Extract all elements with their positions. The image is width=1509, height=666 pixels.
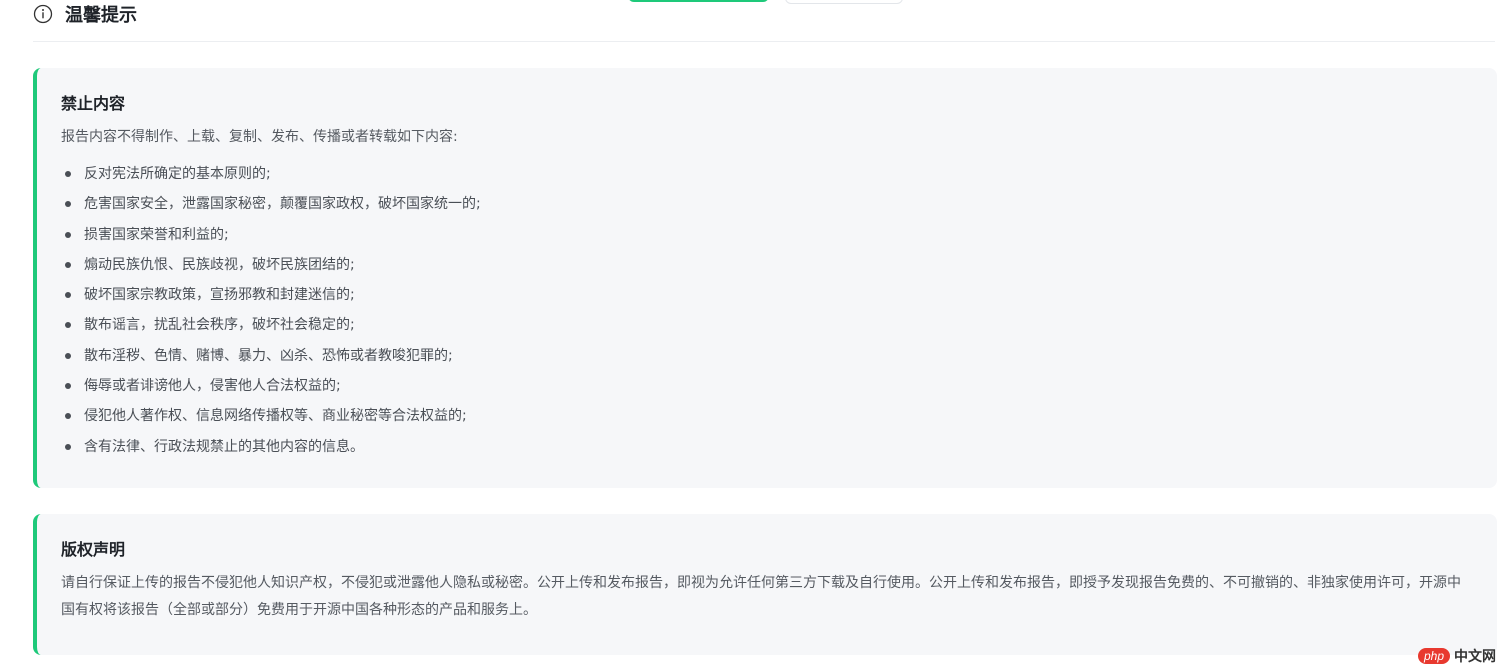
list-item: 损害国家荣誉和利益的;	[61, 224, 481, 254]
copyright-body: 请自行保证上传的报告不侵犯他人知识产权，不侵犯或泄露他人隐私或秘密。公开上传和发…	[61, 575, 1461, 618]
list-item: 破坏国家宗教政策，宣扬邪教和封建迷信的;	[61, 284, 481, 314]
page: 温馨提示 禁止内容 报告内容不得制作、上载、复制、发布、传播或者转载如下内容: …	[0, 0, 1509, 666]
prohibited-content-card: 禁止内容 报告内容不得制作、上载、复制、发布、传播或者转载如下内容: 反对宪法所…	[33, 68, 1497, 488]
list-item: 散布淫秽、色情、赌博、暴力、凶杀、恐怖或者教唆犯罪的;	[61, 345, 481, 375]
prohibited-content-title: 禁止内容	[61, 94, 126, 113]
list-item: 反对宪法所确定的基本原则的;	[61, 163, 481, 193]
watermark-text: 中文网	[1454, 649, 1496, 665]
copyright-card: 版权声明 请自行保证上传的报告不侵犯他人知识产权，不侵犯或泄露他人隐私或秘密。公…	[33, 514, 1497, 655]
list-item: 侮辱或者诽谤他人，侵害他人合法权益的;	[61, 375, 481, 405]
info-icon	[33, 4, 53, 23]
list-item: 煽动民族仇恨、民族歧视，破坏民族团结的;	[61, 254, 481, 284]
prohibited-content-desc: 报告内容不得制作、上载、复制、发布、传播或者转载如下内容:	[61, 129, 458, 145]
tips-title: 温馨提示	[65, 4, 137, 26]
copyright-title: 版权声明	[61, 540, 126, 559]
prohibited-content-list: 反对宪法所确定的基本原则的; 危害国家安全，泄露国家秘密，颠覆国家政权，破坏国家…	[61, 163, 481, 466]
list-item: 侵犯他人著作权、信息网络传播权等、商业秘密等合法权益的;	[61, 405, 481, 435]
site-watermark: php 中文网	[1417, 646, 1496, 666]
list-item: 含有法律、行政法规禁止的其他内容的信息。	[61, 436, 481, 466]
list-item: 危害国家安全，泄露国家秘密，颠覆国家政权，破坏国家统一的;	[61, 193, 481, 223]
php-logo: php	[1417, 648, 1450, 664]
tips-header: 温馨提示	[33, 0, 1495, 42]
list-item: 散布谣言，扰乱社会秩序，破坏社会稳定的;	[61, 314, 481, 344]
